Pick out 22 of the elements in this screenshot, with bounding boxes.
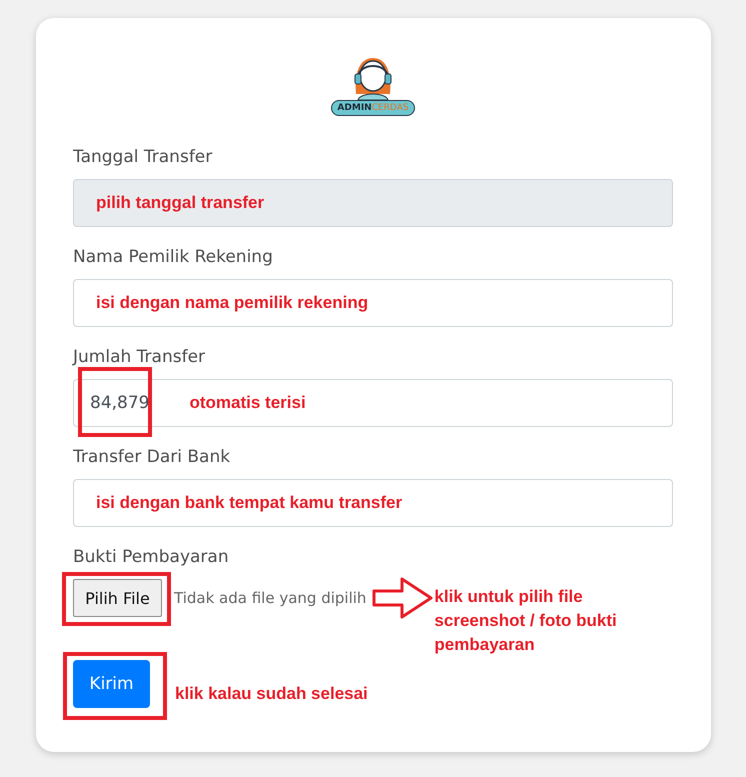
- arrow-icon: [372, 577, 434, 619]
- input-field[interactable]: 84,879 otomatis terisi: [73, 379, 673, 427]
- field-label: Nama Pemilik Rekening: [73, 246, 274, 268]
- field-label: Jumlah Transfer: [73, 346, 206, 368]
- annotation-text: isi dengan bank tempat kamu transfer: [96, 493, 402, 513]
- input-field[interactable]: pilih tanggal transfer: [73, 179, 673, 227]
- input-field[interactable]: isi dengan bank tempat kamu transfer: [73, 479, 673, 527]
- field-label: Tanggal Transfer: [73, 146, 214, 168]
- logo-text: ADMIN: [337, 103, 372, 113]
- field-label: Transfer Dari Bank: [73, 446, 232, 468]
- annotation-text: pilih tanggal transfer: [96, 193, 264, 213]
- field-value: 84,879: [90, 393, 150, 413]
- submit-button[interactable]: Kirim: [73, 660, 150, 708]
- annotation-text: isi dengan nama pemilik rekening: [96, 293, 368, 313]
- annotation-text: klik untuk pilih file screenshot / foto bukti pembayaran: [434, 586, 618, 656]
- annotation-text: otomatis terisi: [189, 393, 306, 413]
- logo-text: CERDAS: [372, 103, 409, 113]
- input-field[interactable]: isi dengan nama pemilik rekening: [73, 279, 673, 327]
- file-status-text: Tidak ada file yang dipilih: [174, 588, 366, 609]
- annotation-text: klik kalau sudah selesai: [175, 684, 368, 704]
- field-label: Bukti Pembayaran: [73, 546, 230, 568]
- choose-file-button[interactable]: Pilih File: [73, 579, 162, 617]
